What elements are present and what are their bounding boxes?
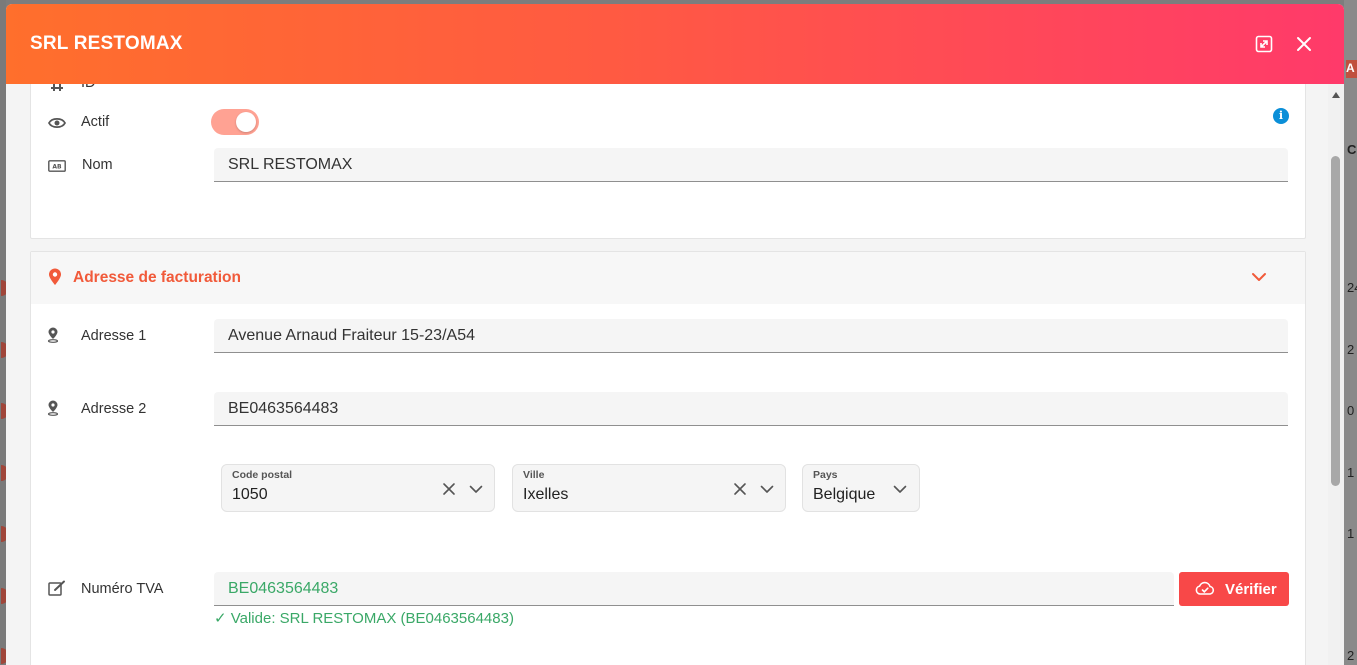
scroll-up-arrow[interactable] bbox=[1332, 92, 1340, 98]
background-app-right bbox=[1344, 0, 1357, 665]
adresse2-input-value: BE0463564483 bbox=[228, 400, 339, 417]
ville-label: Ville bbox=[523, 469, 545, 481]
code-postal-value: 1050 bbox=[232, 486, 268, 503]
adresse1-input[interactable]: Avenue Arnaud Fraiteur 15-23/A54 bbox=[214, 319, 1288, 353]
ville-value: Ixelles bbox=[523, 486, 569, 503]
chevron-down-icon[interactable] bbox=[758, 480, 776, 498]
close-icon[interactable] bbox=[1292, 32, 1316, 56]
modal-title: SRL RESTOMAX bbox=[30, 33, 183, 54]
svg-text:AB: AB bbox=[52, 164, 62, 171]
info-icon[interactable]: i bbox=[1273, 108, 1289, 124]
background-badge: A bbox=[1346, 60, 1357, 78]
location-pin-icon bbox=[43, 398, 63, 418]
scroll-thumb[interactable] bbox=[1331, 156, 1340, 486]
actif-label: Actif bbox=[81, 114, 110, 130]
background-cell: 0 bbox=[1347, 403, 1355, 418]
clear-icon[interactable] bbox=[440, 480, 458, 498]
background-header-text: Cr bbox=[1347, 142, 1357, 157]
general-card: ID Actif i AB Nom SRL RESTOMAX bbox=[30, 84, 1306, 239]
background-cell: 2 bbox=[1347, 342, 1355, 357]
id-label: ID bbox=[81, 84, 96, 91]
tva-valid-message: ✓ Valide: SRL RESTOMAX (BE0463564483) bbox=[214, 610, 514, 627]
expand-icon[interactable] bbox=[1252, 32, 1276, 56]
chevron-down-icon[interactable] bbox=[891, 480, 909, 498]
eye-icon bbox=[47, 113, 67, 133]
hash-icon bbox=[47, 84, 67, 95]
edit-client-modal: SRL RESTOMAX ID Actif i AB Nom bbox=[6, 4, 1344, 665]
nom-input[interactable]: SRL RESTOMAX bbox=[214, 148, 1288, 182]
nom-label: Nom bbox=[82, 157, 113, 173]
tva-label: Numéro TVA bbox=[81, 581, 164, 597]
code-postal-select[interactable]: Code postal 1050 bbox=[221, 464, 495, 512]
adresse1-input-value: Avenue Arnaud Fraiteur 15-23/A54 bbox=[228, 327, 475, 344]
adresse2-label: Adresse 2 bbox=[81, 401, 147, 417]
pays-select[interactable]: Pays Belgique bbox=[802, 464, 920, 512]
modal-body: ID Actif i AB Nom SRL RESTOMAX Adresse d… bbox=[6, 84, 1344, 665]
map-pin-icon bbox=[45, 267, 65, 287]
actif-toggle[interactable] bbox=[211, 109, 259, 135]
background-cell: 24 bbox=[1347, 280, 1357, 295]
billing-section-header[interactable]: Adresse de facturation bbox=[31, 252, 1305, 304]
tva-input[interactable]: BE0463564483 bbox=[214, 572, 1174, 606]
pays-value: Belgique bbox=[813, 486, 876, 503]
background-cell: 2 bbox=[1347, 648, 1355, 663]
toggle-knob bbox=[236, 112, 256, 132]
chevron-down-icon[interactable] bbox=[1249, 267, 1269, 287]
edit-icon bbox=[47, 578, 67, 598]
nom-input-value: SRL RESTOMAX bbox=[228, 156, 353, 173]
adresse2-input[interactable]: BE0463564483 bbox=[214, 392, 1288, 426]
background-badge-text: A bbox=[1346, 61, 1355, 75]
billing-section-title: Adresse de facturation bbox=[73, 269, 241, 286]
text-field-icon: AB bbox=[47, 156, 67, 176]
code-postal-label: Code postal bbox=[232, 469, 293, 481]
verify-button-label: Vérifier bbox=[1225, 581, 1277, 598]
background-cell: 1 bbox=[1347, 526, 1355, 541]
modal-header: SRL RESTOMAX bbox=[6, 4, 1344, 84]
cloud-check-icon bbox=[1195, 581, 1215, 601]
modal-scrollbar[interactable] bbox=[1328, 84, 1344, 665]
billing-address-card: Adresse de facturation Adresse 1 Avenue … bbox=[30, 251, 1306, 665]
location-pin-icon bbox=[43, 325, 63, 345]
adresse1-label: Adresse 1 bbox=[81, 328, 147, 344]
chevron-down-icon[interactable] bbox=[467, 480, 485, 498]
ville-select[interactable]: Ville Ixelles bbox=[512, 464, 786, 512]
clear-icon[interactable] bbox=[731, 480, 749, 498]
background-cell: 1 bbox=[1347, 465, 1355, 480]
pays-label: Pays bbox=[813, 469, 838, 481]
verify-button[interactable]: Vérifier bbox=[1179, 572, 1289, 606]
tva-input-value: BE0463564483 bbox=[228, 580, 339, 597]
